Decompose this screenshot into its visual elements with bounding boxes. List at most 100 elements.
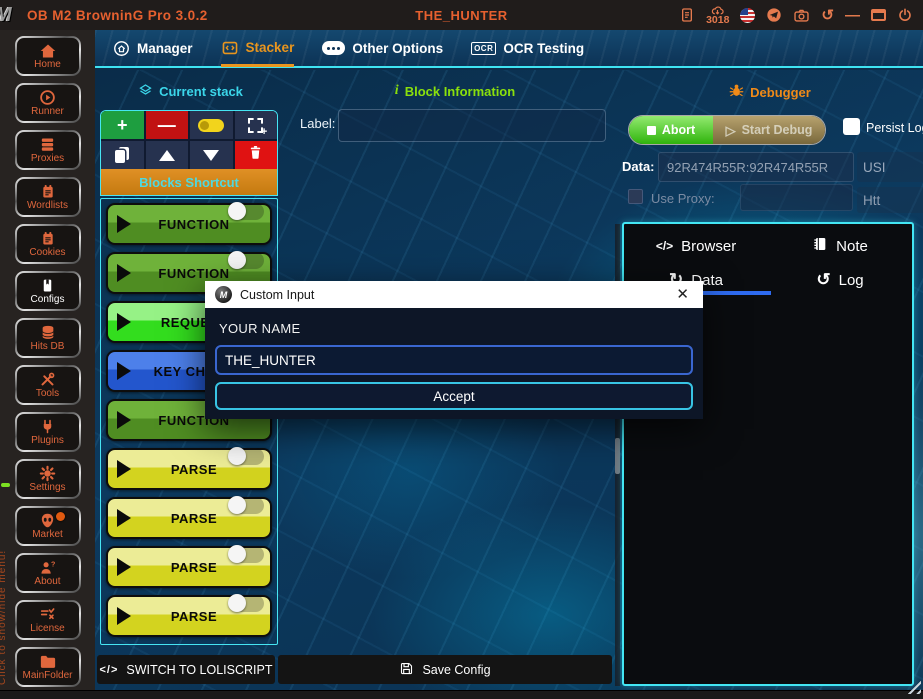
sidebar-item-market[interactable]: Market	[15, 506, 81, 546]
play-icon	[117, 215, 131, 233]
stack-blocks-list: FUNCTION FUNCTION REQUEST KEY CHECK FUNC…	[100, 198, 278, 645]
tab-browser[interactable]: </> Browser	[624, 229, 768, 263]
play-icon	[117, 509, 131, 527]
select-icon: +	[248, 117, 267, 138]
sidebar-item-tools[interactable]: Tools	[15, 365, 81, 405]
block-toggle[interactable]	[228, 594, 264, 612]
maximize-icon[interactable]	[871, 9, 886, 21]
telegram-icon[interactable]	[766, 7, 782, 23]
select-blocks-button[interactable]: +	[234, 111, 277, 139]
code-box-icon	[221, 40, 239, 56]
scrollbar-thumb[interactable]	[615, 438, 620, 474]
debug-play-icon: ▷	[725, 122, 736, 138]
tools-icon	[39, 371, 56, 388]
language-flag-icon[interactable]	[740, 7, 756, 23]
block-toggle[interactable]	[228, 202, 264, 220]
svg-text:?: ?	[51, 560, 55, 568]
dialog-name-input[interactable]	[215, 345, 693, 375]
screenshot-icon[interactable]	[793, 8, 810, 23]
move-down-button[interactable]	[190, 141, 233, 169]
wordlist-type-select[interactable]: USI	[857, 152, 923, 182]
code-icon: </>	[655, 239, 674, 253]
switch-to-loliscript-button[interactable]: </> SWITCH TO LOLISCRIPT	[97, 655, 275, 684]
app-window: M OB M2 BrowninG Pro 3.0.2 THE_HUNTER 30…	[0, 0, 923, 699]
save-config-button[interactable]: Save Config	[278, 655, 612, 684]
sidebar-item-cookies[interactable]: Cookies	[15, 224, 81, 264]
block-label-input[interactable]	[338, 109, 606, 142]
bookmark-book-icon	[40, 277, 55, 294]
use-proxy-checkbox[interactable]	[628, 189, 643, 204]
folder-icon	[39, 653, 57, 670]
document-icon[interactable]	[679, 7, 695, 23]
checklist-icon	[39, 606, 56, 623]
proxy-input[interactable]	[740, 184, 853, 211]
block-toggle[interactable]	[228, 251, 264, 269]
code-icon: </>	[99, 663, 119, 676]
tab-manager[interactable]: Manager	[113, 30, 193, 66]
sidebar-item-mainfolder[interactable]: MainFolder	[15, 647, 81, 687]
tab-other-options[interactable]: Other Options	[322, 30, 443, 66]
window-bottom-edge	[0, 690, 923, 699]
trash-icon	[248, 144, 263, 166]
block-toggle[interactable]	[228, 545, 264, 563]
add-block-button[interactable]: +	[101, 111, 144, 139]
home-icon	[39, 42, 57, 59]
tab-log[interactable]: ↺ Log	[768, 263, 912, 297]
sidebar-item-plugins[interactable]: Plugins	[15, 412, 81, 452]
data-caption: Data:	[622, 159, 655, 174]
start-debug-button[interactable]: ▷ Start Debug	[713, 116, 825, 144]
journal-icon	[40, 230, 56, 247]
close-icon[interactable]: ✕	[672, 285, 693, 304]
block-parse[interactable]: PARSE	[106, 594, 272, 637]
toggle-block-button[interactable]	[190, 111, 233, 139]
abort-button[interactable]: Abort	[629, 116, 713, 144]
titlebar: M OB M2 BrowninG Pro 3.0.2 THE_HUNTER 30…	[0, 0, 923, 30]
sidebar-item-proxies[interactable]: Proxies	[15, 130, 81, 170]
history-icon[interactable]: ↺	[821, 8, 834, 23]
user-title: THE_HUNTER	[415, 7, 508, 23]
delete-block-button[interactable]	[234, 141, 277, 169]
tab-stacker[interactable]: Stacker	[220, 31, 295, 67]
clone-block-button[interactable]	[101, 141, 144, 169]
block-parse[interactable]: PARSE	[106, 447, 272, 490]
block-toggle[interactable]	[228, 447, 264, 465]
tab-ocr-testing[interactable]: OCR OCR Testing	[471, 30, 584, 66]
minimize-icon[interactable]: —	[845, 8, 860, 23]
app-title: OB M2 BrowninG Pro 3.0.2	[27, 7, 208, 23]
active-tab-underline	[703, 291, 771, 295]
block-parse[interactable]: PARSE	[106, 496, 272, 539]
sidebar-item-license[interactable]: License	[15, 600, 81, 640]
market-badge	[55, 512, 65, 521]
proxy-type-select[interactable]: Htt	[857, 187, 923, 213]
sidebar-item-runner[interactable]: Runner	[15, 83, 81, 123]
sidebar-item-about[interactable]: ? About	[15, 553, 81, 593]
move-up-button[interactable]	[145, 141, 188, 169]
block-toggle[interactable]	[228, 496, 264, 514]
sidebar: Home Runner Proxies Wordlists Cookies Co…	[0, 30, 95, 690]
sidebar-item-hitsdb[interactable]: Hits DB	[15, 318, 81, 358]
downloads-counter[interactable]: 3018	[706, 5, 729, 26]
data-input[interactable]	[658, 152, 854, 182]
ellipsis-icon	[322, 41, 346, 55]
toggle-icon	[198, 118, 225, 132]
persist-log-checkbox[interactable]	[843, 118, 860, 135]
power-icon[interactable]	[897, 7, 913, 23]
accept-button[interactable]: Accept	[215, 382, 693, 410]
sidebar-item-settings[interactable]: Settings	[15, 459, 81, 499]
sidebar-item-configs[interactable]: Configs	[15, 271, 81, 311]
blocks-shortcut-bar[interactable]: Blocks Shortcut	[101, 169, 277, 195]
arrow-down-icon	[203, 149, 220, 161]
tab-note[interactable]: Note	[768, 229, 912, 263]
edge-note[interactable]: Click to show/hide menu!	[0, 415, 8, 685]
custom-input-dialog: M Custom Input ✕ YOUR NAME Accept	[205, 281, 703, 419]
dialog-body: YOUR NAME Accept	[205, 308, 703, 419]
block-parse[interactable]: PARSE	[106, 545, 272, 588]
play-icon	[117, 558, 131, 576]
block-function[interactable]: FUNCTION	[106, 202, 272, 245]
debugger-header: Debugger	[675, 83, 865, 101]
dialog-titlebar: M Custom Input ✕	[205, 281, 703, 308]
remove-block-button[interactable]: —	[145, 111, 188, 139]
sidebar-item-wordlists[interactable]: Wordlists	[15, 177, 81, 217]
database-icon	[40, 324, 56, 341]
sidebar-item-home[interactable]: Home	[15, 36, 81, 76]
